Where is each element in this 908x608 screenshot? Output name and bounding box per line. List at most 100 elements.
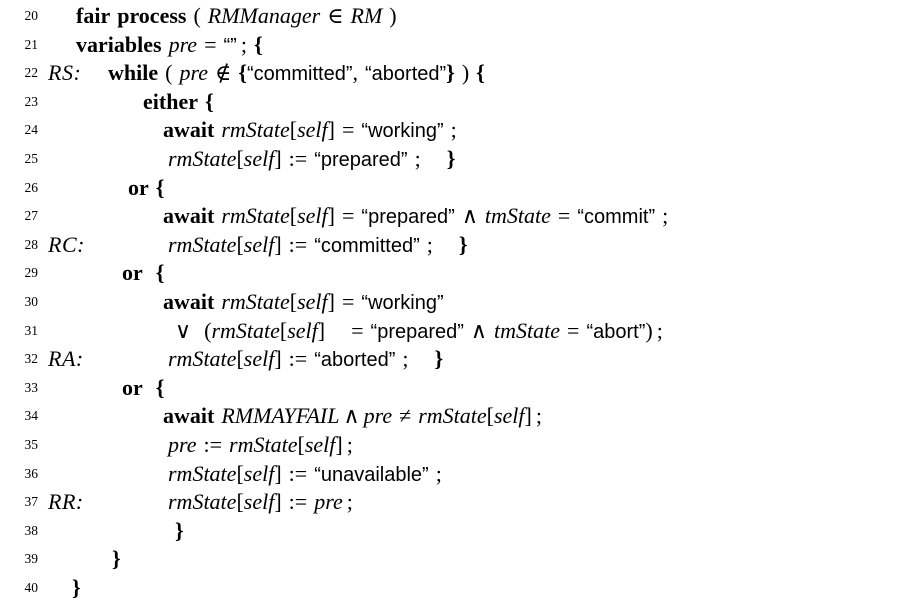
string-committed: “committed” xyxy=(246,63,353,86)
operator-semicolon: ; xyxy=(656,317,663,343)
code-line: 28 RC: rmState[self]:= “committed”;} xyxy=(0,231,908,260)
operator-semicolon: ; xyxy=(535,403,542,429)
identifier-rmstate: rmState xyxy=(168,231,237,257)
keyword-or: or xyxy=(128,174,149,200)
identifier-rmstate: rmState xyxy=(168,460,237,486)
keyword-await: await xyxy=(163,288,215,314)
code-line: 22 RS: while(pre ∉ {“committed”, “aborted”}… xyxy=(0,59,908,88)
code-line: 34 await RMMAYFAIL ∧ pre ≠ rmState[self]; xyxy=(0,402,908,431)
brace-open: { xyxy=(238,60,247,86)
keyword-await: await xyxy=(163,117,215,143)
line-number: 37 xyxy=(24,494,39,510)
operator-assign: := xyxy=(288,145,308,171)
code-line: 32 RA: rmState[self]:= “aborted”;} xyxy=(0,345,908,374)
code-content: } xyxy=(112,545,121,574)
identifier-self: self xyxy=(493,403,525,429)
line-number: 31 xyxy=(24,322,39,338)
line-number: 32 xyxy=(24,351,39,367)
bracket-open: [ xyxy=(486,403,494,429)
bracket-open: [ xyxy=(236,145,244,171)
keyword-while: while xyxy=(108,60,159,86)
identifier-self: self xyxy=(243,460,275,486)
identifier-self: self xyxy=(304,431,336,457)
operator-semicolon: ; xyxy=(414,145,421,171)
string-prepared: “prepared” xyxy=(361,206,455,229)
identifier-pre: pre xyxy=(179,60,208,86)
bracket-open: [ xyxy=(289,117,298,143)
line-number: 30 xyxy=(24,293,39,309)
operator-eq: = xyxy=(351,317,364,343)
identifier-pre: pre xyxy=(168,31,198,57)
identifier-self: self xyxy=(297,203,328,229)
identifier-self: self xyxy=(243,231,275,257)
bracket-close: ] xyxy=(274,346,282,372)
operator-semicolon: ; xyxy=(346,431,353,457)
code-content: } xyxy=(175,517,184,546)
code-content: await RMMAYFAIL ∧ pre ≠ rmState[self]; xyxy=(163,402,542,431)
code-line: 23 either{ xyxy=(0,88,908,117)
line-number: 29 xyxy=(24,265,39,281)
line-number: 23 xyxy=(24,93,39,109)
bracket-open: [ xyxy=(289,203,298,229)
operator-eq: = xyxy=(342,203,355,229)
code-line: 38 } xyxy=(0,517,908,546)
code-line: 29 or { xyxy=(0,259,908,288)
identifier-rmstate: rmState xyxy=(418,403,487,429)
identifier-tmstate: tmState xyxy=(494,317,561,343)
identifier-rmmanager: RMManager xyxy=(207,3,321,28)
code-content: or { xyxy=(122,259,164,288)
brace-open: { xyxy=(155,174,165,200)
identifier-rm: RM xyxy=(350,3,383,28)
operator-and: ∧ xyxy=(470,317,488,343)
identifier-rmstate: rmState xyxy=(168,489,237,515)
paren-open: ( xyxy=(165,60,173,86)
line-number: 34 xyxy=(24,408,39,424)
bracket-close: ] xyxy=(524,403,532,429)
code-content: rmState[self]:= “unavailable”; xyxy=(168,460,442,490)
bracket-close: ] xyxy=(327,203,335,229)
keyword-await: await xyxy=(163,203,215,229)
line-number: 24 xyxy=(24,122,39,138)
operator-and: ∧ xyxy=(461,203,478,229)
code-content: await rmState[self] = “working” xyxy=(163,288,444,318)
bracket-open: [ xyxy=(236,346,244,372)
code-line: 35 pre:= rmState[self]; xyxy=(0,431,908,460)
line-number: 25 xyxy=(24,150,39,166)
bracket-close: ] xyxy=(274,145,282,171)
bracket-close: ] xyxy=(317,317,326,343)
identifier-rmstate: rmState xyxy=(211,317,280,343)
string-unavailable: “unavailable” xyxy=(314,463,429,486)
code-content: await rmState[self] = “working”; xyxy=(163,116,457,146)
code-content: ∨ (rmState[self] = “prepared” ∧ tmState = “abor… xyxy=(175,317,663,347)
brace-close: } xyxy=(112,546,121,572)
code-line: 24 await rmState[self] = “working”; xyxy=(0,116,908,145)
identifier-rmstate: rmState xyxy=(221,288,290,314)
identifier-pre: pre xyxy=(363,403,393,429)
operator-semicolon: ; xyxy=(426,231,433,257)
code-line: 21 variables pre = “”;{ xyxy=(0,31,908,60)
line-number: 20 xyxy=(24,8,39,23)
code-line: 39 } xyxy=(0,545,908,574)
string-committed: “committed” xyxy=(314,234,420,257)
identifier-rmstate: rmState xyxy=(168,346,237,372)
brace-open: { xyxy=(155,260,165,286)
code-line: 30 await rmState[self] = “working” xyxy=(0,288,908,317)
identifier-self: self xyxy=(297,117,328,143)
bracket-open: [ xyxy=(236,489,244,515)
brace-open: { xyxy=(204,88,214,114)
brace-close: } xyxy=(446,145,456,171)
string-working: “working” xyxy=(361,120,444,143)
line-number: 36 xyxy=(24,465,39,481)
operator-and: ∧ xyxy=(343,403,360,429)
bracket-open: [ xyxy=(236,460,244,486)
code-line: 33 or { xyxy=(0,374,908,403)
code-line: 27 await rmState[self] = “prepared” ∧ tmState… xyxy=(0,202,908,231)
line-number: 39 xyxy=(24,551,39,567)
label-rr: RR: xyxy=(48,489,84,515)
paren-open: ( xyxy=(193,3,201,28)
operator-comma: , xyxy=(352,60,359,86)
code-content: fair process(RMManager ∈ RM) xyxy=(76,2,397,31)
string-empty: “” xyxy=(223,34,237,57)
line-number: 35 xyxy=(24,436,39,452)
code-content: rmState[self]:= pre; xyxy=(168,488,353,517)
